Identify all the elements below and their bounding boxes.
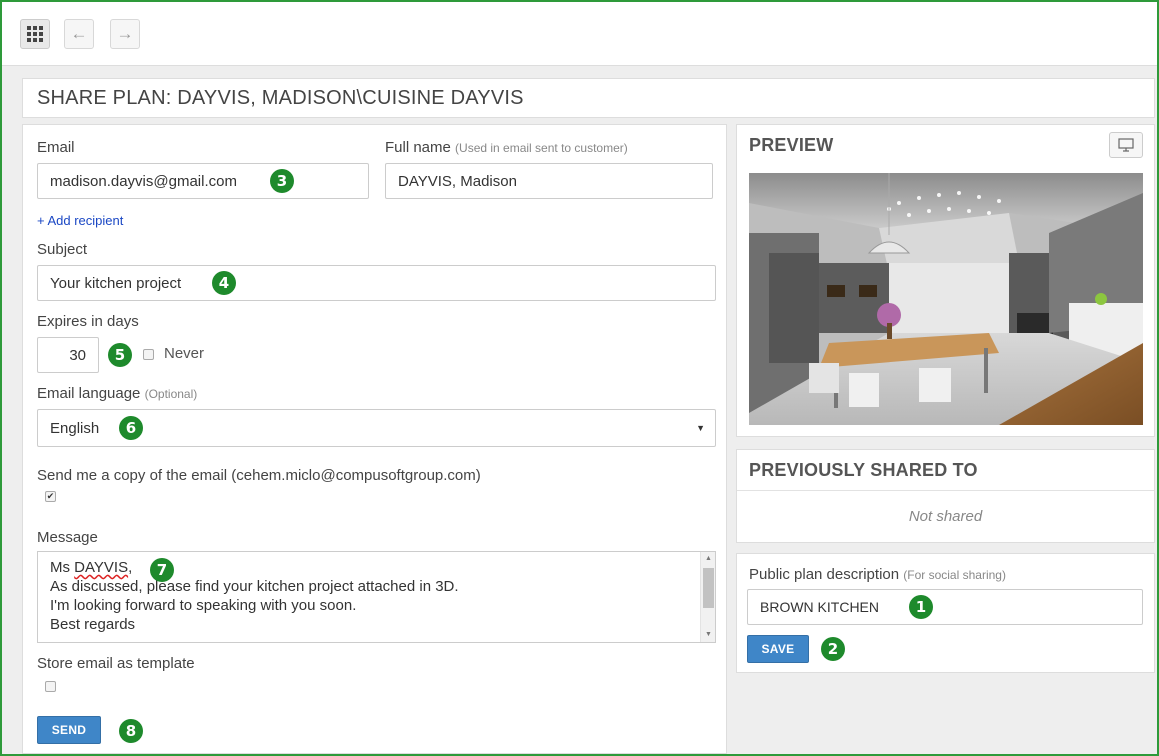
message-scrollbar[interactable]: ▲ ▼	[700, 552, 715, 642]
scroll-thumb[interactable]	[703, 568, 714, 608]
arrow-left-icon: ←	[70, 24, 88, 43]
shared-title: PREVIOUSLY SHARED TO	[749, 460, 978, 480]
expires-days-field[interactable]: 30	[37, 337, 99, 373]
not-shared-text: Not shared	[908, 508, 983, 525]
email-label: Email	[37, 139, 75, 156]
public-description-hint: (For social sharing)	[903, 568, 1006, 582]
language-label-text: Email language	[37, 385, 141, 402]
message-textarea[interactable]: Ms DAYVIS, As discussed, please find you…	[37, 551, 716, 643]
email-field[interactable]: madison.dayvis@gmail.com	[37, 163, 369, 199]
preview-panel: PREVIEW	[736, 124, 1155, 437]
never-checkbox[interactable]	[143, 349, 154, 360]
previously-shared-panel: PREVIOUSLY SHARED TO Not shared	[736, 449, 1155, 543]
template-label: Store email as template	[37, 655, 195, 672]
monitor-icon	[1118, 138, 1134, 152]
arrow-right-icon: →	[116, 24, 134, 43]
template-checkbox[interactable]	[45, 681, 56, 692]
message-label: Message	[37, 529, 98, 546]
fullscreen-preview-button[interactable]	[1109, 132, 1143, 158]
email-value: madison.dayvis@gmail.com	[50, 172, 237, 190]
callout-badge-8: 8	[119, 719, 143, 743]
app-frame: ← → SHARE PLAN: DAYVIS, MADISON\CUISINE …	[0, 0, 1159, 756]
language-label: Email language (Optional)	[37, 385, 197, 402]
subject-value: Your kitchen project	[50, 274, 182, 292]
scroll-down-icon[interactable]: ▼	[701, 628, 716, 642]
kitchen-preview-image[interactable]	[749, 173, 1143, 425]
share-form-panel: Email madison.dayvis@gmail.com 3 Full na…	[22, 124, 727, 754]
fullname-field[interactable]: DAYVIS, Madison	[385, 163, 713, 199]
fullname-hint: (Used in email sent to customer)	[455, 141, 628, 155]
add-recipient-link[interactable]: + Add recipient	[37, 213, 123, 228]
save-button[interactable]: SAVE	[747, 635, 809, 663]
callout-badge-1: 1	[909, 595, 933, 619]
message-line-1: Ms DAYVIS,	[50, 559, 133, 576]
page-title: SHARE PLAN: DAYVIS, MADISON\CUISINE DAYV…	[37, 87, 524, 109]
callout-badge-2: 2	[821, 637, 845, 661]
callout-badge-6: 6	[119, 416, 143, 440]
caret-down-icon: ▼	[696, 423, 705, 433]
message-line-2: As discussed, please find your kitchen p…	[50, 578, 459, 595]
callout-badge-4: 4	[212, 271, 236, 295]
title-bar: SHARE PLAN: DAYVIS, MADISON\CUISINE DAYV…	[22, 78, 1155, 118]
message-line-3: I'm looking forward to speaking with you…	[50, 597, 357, 614]
public-description-label-text: Public plan description	[749, 566, 900, 583]
apps-grid-button[interactable]	[20, 19, 50, 49]
message-line-4: Best regards	[50, 616, 136, 633]
never-label: Never	[164, 345, 205, 362]
language-hint: (Optional)	[144, 387, 198, 401]
grid-icon	[27, 26, 43, 42]
subject-field[interactable]: Your kitchen project	[37, 265, 716, 301]
callout-badge-3: 3	[270, 169, 294, 193]
public-description-field[interactable]: BROWN KITCHEN	[747, 589, 1143, 625]
divider	[737, 490, 1154, 491]
kitchen-render-graphic	[749, 173, 1143, 425]
send-copy-checkbox[interactable]: ✔	[45, 491, 56, 502]
forward-button[interactable]: →	[110, 19, 140, 49]
fullname-label: Full name (Used in email sent to custome…	[385, 139, 628, 156]
send-button[interactable]: SEND	[37, 716, 101, 744]
public-description-value: BROWN KITCHEN	[760, 599, 879, 615]
scroll-up-icon[interactable]: ▲	[701, 552, 716, 566]
callout-badge-7: 7	[150, 558, 174, 582]
top-toolbar: ← →	[2, 2, 1157, 66]
preview-title: PREVIEW	[749, 135, 834, 155]
back-button[interactable]: ←	[64, 19, 94, 49]
callout-badge-5: 5	[108, 343, 132, 367]
send-copy-label: Send me a copy of the email (cehem.miclo…	[37, 467, 481, 484]
misspelled-word: DAYVIS	[74, 559, 129, 576]
expires-days-value: 30	[69, 346, 86, 364]
public-description-label: Public plan description (For social shar…	[749, 566, 1006, 583]
fullname-value: DAYVIS, Madison	[398, 172, 517, 190]
expires-label: Expires in days	[37, 313, 139, 330]
subject-label: Subject	[37, 241, 88, 258]
fullname-label-text: Full name	[385, 139, 451, 156]
public-description-panel: Public plan description (For social shar…	[736, 553, 1155, 673]
language-value: English	[50, 419, 100, 437]
